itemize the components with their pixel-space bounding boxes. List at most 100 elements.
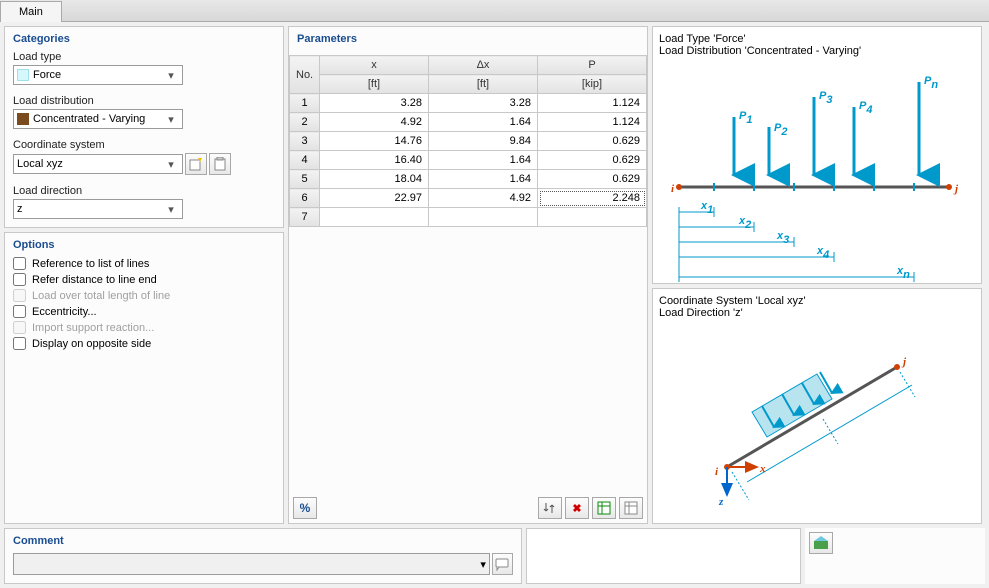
sort-button[interactable] (538, 497, 562, 519)
cell-x[interactable]: 14.76 (320, 132, 429, 151)
cell-x[interactable]: 16.40 (320, 151, 429, 170)
svg-text:j: j (901, 356, 907, 368)
coord-diagram-svg: i j (657, 317, 967, 507)
table-row[interactable]: 314.769.840.629 (290, 132, 647, 151)
percent-button[interactable]: % (293, 497, 317, 519)
opt-eccentricity[interactable]: Eccentricity... (13, 305, 275, 318)
svg-text:P4: P4 (859, 100, 872, 116)
svg-text:P2: P2 (774, 122, 787, 138)
cell-dx[interactable]: 9.84 (429, 132, 538, 151)
svg-text:x4: x4 (816, 245, 829, 261)
svg-text:P3: P3 (819, 90, 832, 106)
diag1-line2: Load Distribution 'Concentrated - Varyin… (659, 45, 975, 57)
load-type-swatch (17, 69, 29, 81)
cell-p[interactable] (538, 208, 647, 227)
svg-text:z: z (718, 496, 724, 507)
svg-text:xn: xn (896, 265, 910, 281)
diag2-line1: Coordinate System 'Local xyz' (659, 295, 975, 307)
cell-x[interactable] (320, 208, 429, 227)
svg-text:i: i (715, 466, 719, 478)
row-number: 7 (290, 208, 320, 227)
diagram-load-type: Load Type 'Force' Load Distribution 'Con… (652, 26, 982, 284)
row-number: 3 (290, 132, 320, 151)
svg-text:x: x (759, 463, 766, 475)
table-row[interactable]: 7 (290, 208, 647, 227)
load-diagram-svg: i j P1 P2 P3 (659, 57, 969, 282)
opt-import-support: Import support reaction... (13, 321, 275, 334)
load-distribution-label: Load distribution (13, 95, 275, 107)
parameters-table[interactable]: No. x Δx P [ft] [ft] [kip] 13.283.281.12… (289, 55, 647, 227)
cell-x[interactable]: 4.92 (320, 113, 429, 132)
cell-dx[interactable]: 1.64 (429, 151, 538, 170)
table-row[interactable]: 518.041.640.629 (290, 170, 647, 189)
comment-title: Comment (13, 535, 513, 547)
comment-icon (495, 557, 509, 571)
load-direction-select[interactable]: z ▾ (13, 199, 183, 219)
cell-x[interactable]: 3.28 (320, 94, 429, 113)
col-no[interactable]: No. (290, 56, 320, 94)
cell-dx[interactable]: 4.92 (429, 189, 538, 208)
col-x[interactable]: x (320, 56, 429, 75)
cell-p[interactable]: 2.248 (538, 189, 647, 208)
cell-p[interactable]: 1.124 (538, 113, 647, 132)
svg-text:x3: x3 (776, 230, 789, 246)
cell-x[interactable]: 18.04 (320, 170, 429, 189)
table-row[interactable]: 24.921.641.124 (290, 113, 647, 132)
col-x-unit: [ft] (320, 75, 429, 94)
chevron-down-icon: ▾ (163, 69, 179, 82)
new-coord-button[interactable] (185, 153, 207, 175)
table-row[interactable]: 416.401.640.629 (290, 151, 647, 170)
svg-text:P1: P1 (739, 110, 752, 126)
opt-reference-lines[interactable]: Reference to list of lines (13, 257, 275, 270)
chevron-down-icon: ▾ (480, 558, 486, 571)
cell-p[interactable]: 1.124 (538, 94, 647, 113)
parameters-title: Parameters (289, 27, 647, 49)
import-button[interactable] (619, 497, 643, 519)
comment-input[interactable]: ▾ (13, 553, 490, 575)
categories-panel: Categories Load type Force ▾ Load distri… (4, 26, 284, 228)
cell-p[interactable]: 0.629 (538, 132, 647, 151)
cell-x[interactable]: 22.97 (320, 189, 429, 208)
delete-button[interactable]: ✖ (565, 497, 589, 519)
pick-coord-button[interactable] (209, 153, 231, 175)
svg-text:i: i (671, 183, 675, 195)
col-dx[interactable]: Δx (429, 56, 538, 75)
svg-text:j: j (953, 183, 959, 195)
render-icon (813, 536, 829, 550)
row-number: 1 (290, 94, 320, 113)
spreadsheet-import-icon (624, 501, 638, 515)
load-type-select[interactable]: Force ▾ (13, 65, 183, 85)
categories-title: Categories (13, 33, 275, 45)
tab-main[interactable]: Main (0, 1, 62, 22)
clipboard-icon (213, 157, 227, 171)
render-toolbar (805, 528, 985, 584)
view-mode-button[interactable] (809, 532, 833, 554)
opt-opposite-side[interactable]: Display on opposite side (13, 337, 275, 350)
cell-dx[interactable] (429, 208, 538, 227)
svg-text:x2: x2 (738, 215, 751, 231)
cell-dx[interactable]: 1.64 (429, 170, 538, 189)
load-distribution-select[interactable]: Concentrated - Varying ▾ (13, 109, 183, 129)
comment-panel: Comment ▾ (4, 528, 522, 584)
export-button[interactable] (592, 497, 616, 519)
svg-text:Pn: Pn (924, 75, 938, 91)
cell-dx[interactable]: 3.28 (429, 94, 538, 113)
chevron-down-icon: ▾ (163, 203, 179, 216)
table-row[interactable]: 622.974.922.248 (290, 189, 647, 208)
diagram-coord-system: Coordinate System 'Local xyz' Load Direc… (652, 288, 982, 524)
cell-p[interactable]: 0.629 (538, 151, 647, 170)
comment-library-button[interactable] (492, 553, 513, 575)
sort-icon (543, 501, 557, 515)
col-p[interactable]: P (538, 56, 647, 75)
chevron-down-icon: ▾ (163, 113, 179, 126)
cell-dx[interactable]: 1.64 (429, 113, 538, 132)
x-icon: ✖ (572, 502, 581, 515)
opt-refer-distance-end[interactable]: Refer distance to line end (13, 273, 275, 286)
coord-system-select[interactable]: Local xyz ▾ (13, 154, 183, 174)
diag1-line1: Load Type 'Force' (659, 33, 975, 45)
cell-p[interactable]: 0.629 (538, 170, 647, 189)
table-row[interactable]: 13.283.281.124 (290, 94, 647, 113)
coord-system-label: Coordinate system (13, 139, 275, 151)
options-title: Options (13, 239, 275, 251)
load-type-label: Load type (13, 51, 275, 63)
